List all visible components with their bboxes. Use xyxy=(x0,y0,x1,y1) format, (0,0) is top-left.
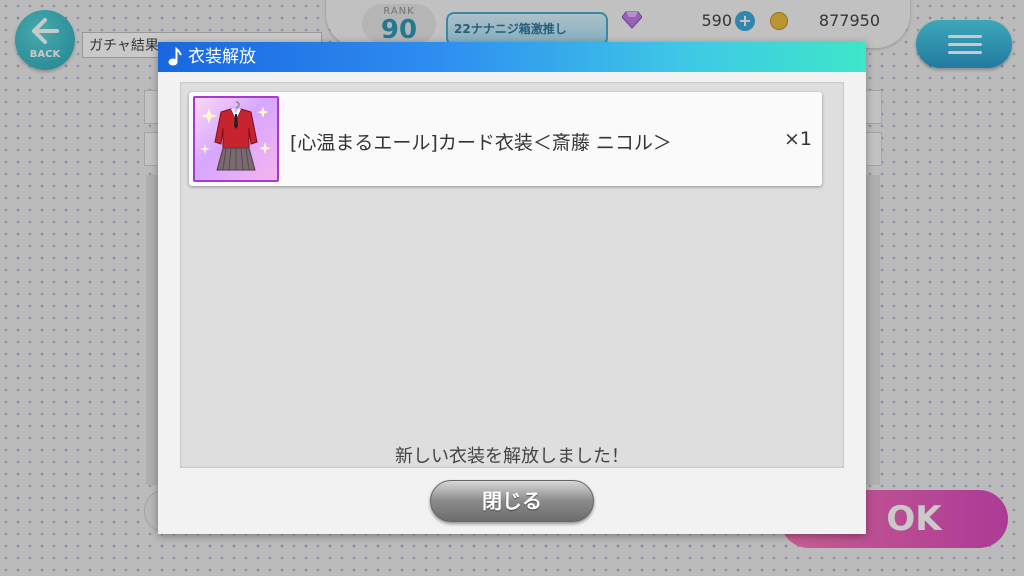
costume-unlock-dialog: 衣装解放 [心温まるエール]カード衣装＜斎藤 ニコル＞ ×1 新しい衣装を解放し… xyxy=(158,42,866,534)
list-item: [心温まるエール]カード衣装＜斎藤 ニコル＞ ×1 xyxy=(189,92,822,186)
dialog-header: 衣装解放 xyxy=(158,42,866,72)
item-name: [心温まるエール]カード衣装＜斎藤 ニコル＞ xyxy=(290,132,672,154)
costume-icon xyxy=(200,101,271,171)
close-button[interactable]: 閉じる xyxy=(430,480,594,522)
unlock-message: 新しい衣装を解放しました！ xyxy=(395,446,629,467)
costume-thumbnail xyxy=(193,96,279,182)
item-quantity: ×1 xyxy=(783,128,812,150)
dialog-title: 衣装解放 xyxy=(188,47,256,67)
music-note-icon xyxy=(168,47,182,66)
item-list: [心温まるエール]カード衣装＜斎藤 ニコル＞ ×1 xyxy=(180,82,844,468)
